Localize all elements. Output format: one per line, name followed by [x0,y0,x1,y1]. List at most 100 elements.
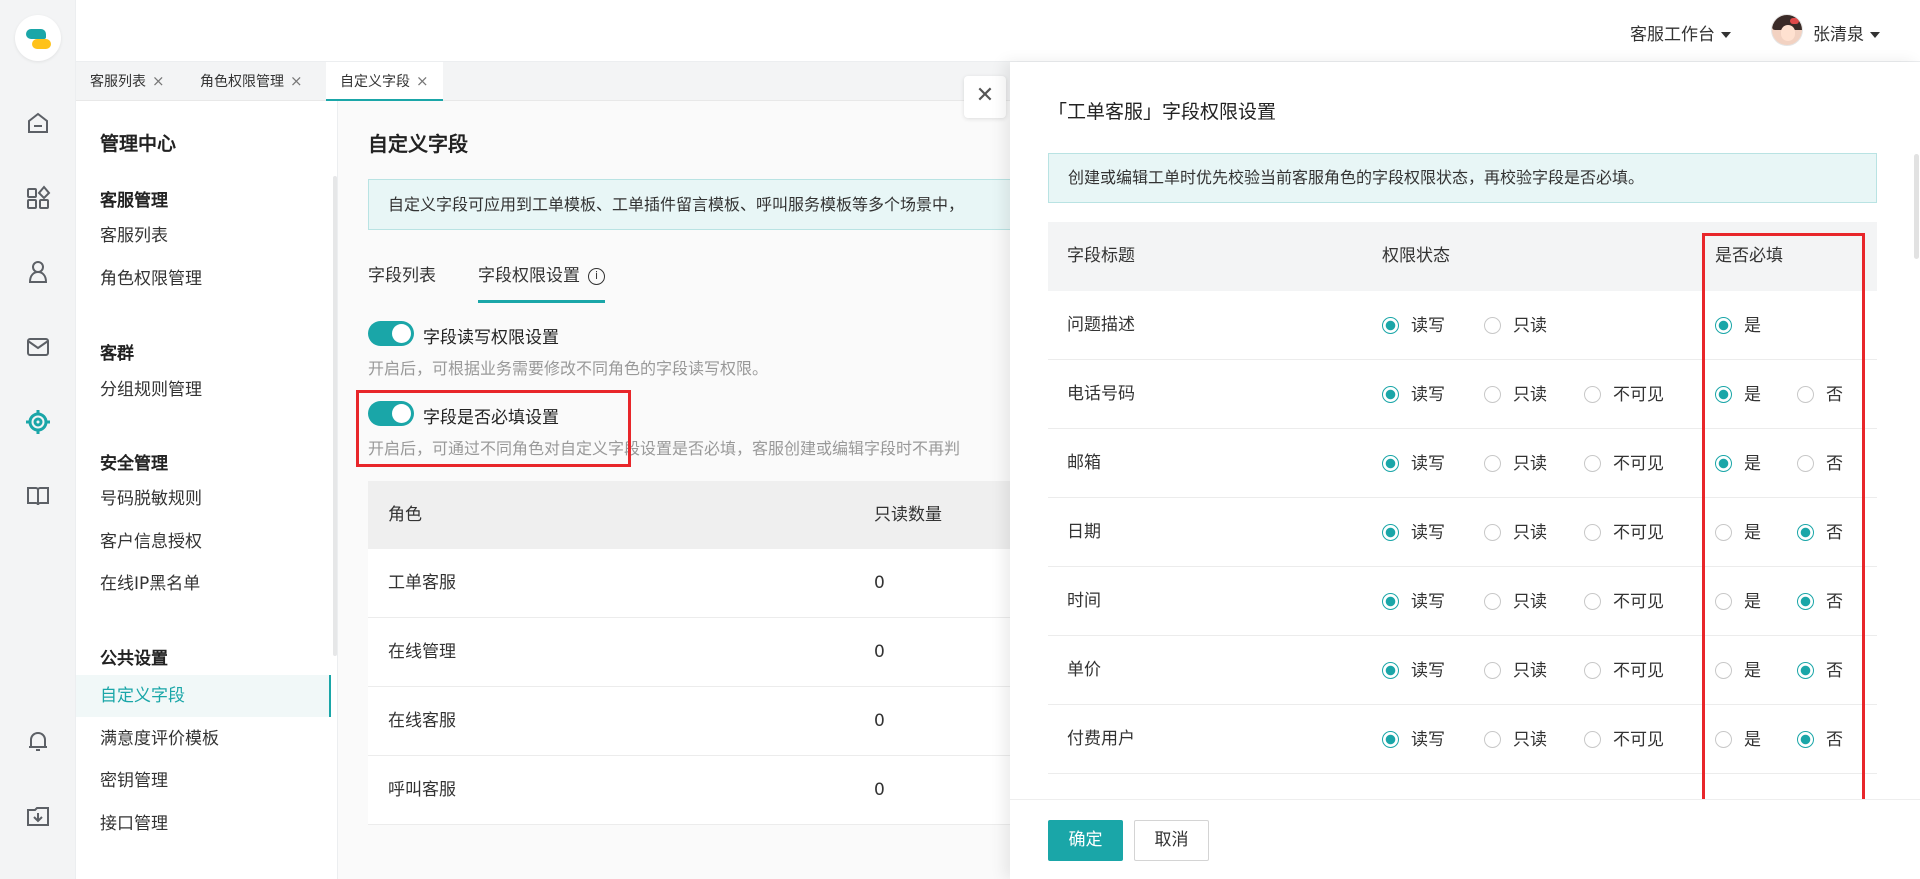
table-row[interactable]: 日期 读写 只读 不可见 是 否 [1048,498,1877,567]
table-row[interactable]: 单价 读写 只读 不可见 是 否 [1048,636,1877,705]
radio-hidden[interactable]: 不可见 [1584,385,1664,405]
table-row[interactable]: 在线管理 0 [368,618,1010,687]
rw-permission-toggle[interactable] [368,321,414,346]
radio-hidden[interactable]: 不可见 [1584,523,1664,543]
readonly-count: 0 [874,642,885,662]
radio-read-write[interactable]: 读写 [1382,730,1445,750]
sidebar-item-kefu-list[interactable]: 客服列表 [76,215,331,257]
drawer-scrollbar[interactable] [1914,154,1919,259]
radio-required-yes[interactable]: 是 [1715,592,1761,612]
radio-read-write[interactable]: 读写 [1382,592,1445,612]
app-logo[interactable] [15,15,61,61]
sidebar-item-api[interactable]: 接口管理 [76,803,331,845]
sidebar-item-customer-auth[interactable]: 客户信息授权 [76,521,331,563]
table-row[interactable]: 电话号码 读写 只读 不可见 是 否 [1048,360,1877,429]
apps-icon[interactable] [24,184,52,212]
radio-read-only[interactable]: 只读 [1484,592,1547,612]
table-row[interactable]: 问题描述 读写 只读 是 [1048,291,1877,360]
user-icon[interactable] [24,258,52,286]
download-icon[interactable] [24,802,52,830]
user-menu[interactable]: 张清泉 [1813,20,1880,45]
tab-label: 客服列表 [90,74,146,90]
radio-required-no[interactable]: 否 [1797,592,1843,612]
close-icon[interactable]: × [290,72,303,90]
radio-required-no[interactable]: 否 [1797,385,1843,405]
workspace-dropdown[interactable]: 客服工作台 [1630,20,1731,45]
sidebar-group-title: 客服管理 [100,191,168,211]
readonly-count: 0 [874,780,885,800]
book-icon[interactable] [24,482,52,510]
bell-icon[interactable] [24,727,52,755]
settings-icon[interactable] [24,408,52,436]
radio-read-only[interactable]: 只读 [1484,454,1547,474]
radio-read-write[interactable]: 读写 [1382,316,1445,336]
mail-icon[interactable] [24,333,52,361]
role-table: 角色 只读数量 工单客服 0 在线管理 0 在线客服 0 呼叫客服 0 [368,481,1010,825]
radio-required-yes[interactable]: 是 [1715,385,1761,405]
sidebar-item-number-mask[interactable]: 号码脱敏规则 [76,478,331,520]
radio-read-write[interactable]: 读写 [1382,661,1445,681]
tab-kefu-list[interactable]: 客服列表 × [76,62,179,101]
tab-role-permission[interactable]: 角色权限管理 × [186,62,317,101]
radio-required-yes[interactable]: 是 [1715,730,1761,750]
close-drawer-button[interactable]: ✕ [964,76,1006,118]
radio-read-only[interactable]: 只读 [1484,661,1547,681]
radio-hidden[interactable]: 不可见 [1584,730,1664,750]
sidebar-item-ip-blacklist[interactable]: 在线IP黑名单 [76,563,331,605]
management-sidebar: 管理中心 客服管理 客服列表 角色权限管理 客群 分组规则管理 安全管理 号码脱… [76,101,338,879]
close-icon[interactable]: × [416,72,429,90]
radio-read-write[interactable]: 读写 [1382,523,1445,543]
table-row[interactable]: 在线客服 0 [368,687,1010,756]
radio-required-yes[interactable]: 是 [1715,454,1761,474]
radio-hidden[interactable]: 不可见 [1584,454,1664,474]
icon-rail [0,0,76,879]
header-field: 字段标题 [1067,246,1135,266]
radio-read-only[interactable]: 只读 [1484,316,1547,336]
role-name: 工单客服 [388,573,456,593]
field-title: 问题描述 [1067,315,1135,335]
radio-required-no[interactable]: 否 [1797,661,1843,681]
radio-required-no[interactable]: 否 [1797,730,1843,750]
table-row[interactable]: 邮编读写只读不可见是否 [1048,774,1877,798]
radio-required-yes[interactable]: 是 [1715,316,1761,336]
header-required: 是否必填 [1715,246,1783,266]
required-toggle[interactable] [368,401,414,426]
home-icon[interactable] [24,109,52,137]
tab-custom-field[interactable]: 自定义字段 × [326,62,443,101]
radio-required-no[interactable]: 否 [1797,454,1843,474]
cancel-button[interactable]: 取消 [1134,820,1209,861]
table-row[interactable]: 邮箱 读写 只读 不可见 是 否 [1048,429,1877,498]
sidebar-scrollbar[interactable] [333,176,337,656]
radio-required-yes[interactable]: 是 [1715,661,1761,681]
radio-read-write[interactable]: 读写 [1382,385,1445,405]
radio-read-write[interactable]: 读写 [1382,454,1445,474]
tab-label: 字段列表 [368,266,436,286]
tab-field-list[interactable]: 字段列表 [368,261,436,300]
sidebar-title: 管理中心 [100,133,177,155]
table-row[interactable]: 时间 读写 只读 不可见 是 否 [1048,567,1877,636]
tab-label: 字段权限设置 [478,266,580,286]
confirm-button[interactable]: 确定 [1048,820,1123,861]
sidebar-item-secret-key[interactable]: 密钥管理 [76,760,331,802]
radio-required-yes[interactable]: 是 [1715,523,1761,543]
table-row[interactable]: 工单客服 0 [368,549,1010,618]
sidebar-item-role-permission[interactable]: 角色权限管理 [76,258,331,300]
avatar[interactable] [1771,14,1803,46]
sidebar-item-group-rules[interactable]: 分组规则管理 [76,369,331,411]
info-icon[interactable]: i [588,267,605,285]
sidebar-item-custom-field[interactable]: 自定义字段 [76,675,331,717]
table-row[interactable]: 呼叫客服 0 [368,756,1010,825]
close-icon[interactable]: × [152,72,165,90]
sidebar-item-satisfaction[interactable]: 满意度评价模板 [76,718,331,760]
radio-hidden[interactable]: 不可见 [1584,661,1664,681]
radio-hidden[interactable]: 不可见 [1584,592,1664,612]
radio-read-only[interactable]: 只读 [1484,385,1547,405]
field-title: 邮箱 [1067,453,1101,473]
tab-field-permission[interactable]: 字段权限设置 i [478,261,605,303]
radio-read-only[interactable]: 只读 [1484,523,1547,543]
radio-read-only[interactable]: 只读 [1484,730,1547,750]
radio-required-no[interactable]: 否 [1797,523,1843,543]
tab-label: 自定义字段 [340,74,410,90]
table-row[interactable]: 付费用户 读写 只读 不可见 是 否 [1048,705,1877,774]
table-header: 角色 只读数量 [368,481,1010,549]
